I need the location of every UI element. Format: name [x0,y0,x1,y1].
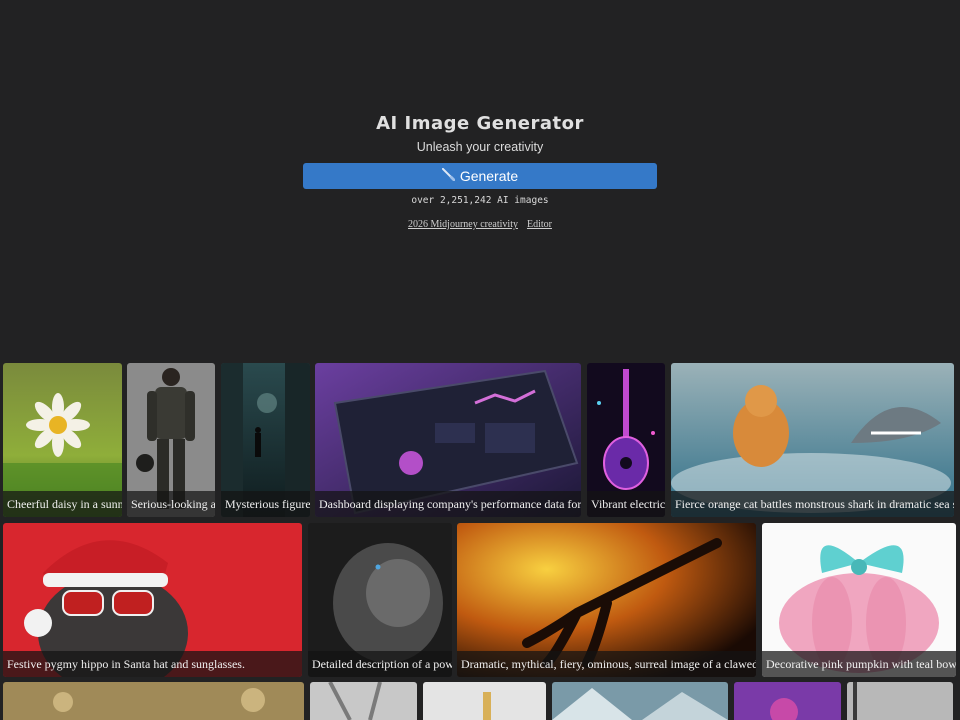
tile-caption: Serious-looking a [127,491,215,517]
gallery-tile[interactable]: Cheerful daisy in a sunny meadow [3,363,122,517]
gallery-image [3,682,304,720]
gallery-tile[interactable]: Serious-looking a [127,363,215,517]
tile-caption: Decorative pink pumpkin with teal bow [762,651,956,677]
tile-caption: Festive pygmy hippo in Santa hat and sun… [3,651,302,677]
gallery-tile[interactable]: Decorative pink pumpkin with teal bow [762,523,956,677]
page-subtitle: Unleash your creativity [416,140,544,154]
gallery-tile[interactable]: Dramatic, mythical, fiery, ominous, surr… [457,523,756,677]
link-editor[interactable]: Editor [527,219,552,230]
gallery-tile[interactable] [423,682,546,720]
gallery-tile[interactable] [734,682,841,720]
generate-button-label: Generate [459,168,519,184]
tile-caption: Vibrant electric [587,491,665,517]
gallery-tile[interactable]: Fierce orange cat battles monstrous shar… [671,363,954,517]
tile-caption: Fierce orange cat battles monstrous shar… [671,491,954,517]
tile-caption: Cheerful daisy in a sunny meadow [3,491,122,517]
gallery-tile[interactable] [552,682,728,720]
gallery-tile[interactable]: Dashboard displaying company's performan… [315,363,581,517]
gallery-tile[interactable] [310,682,417,720]
tile-caption: Detailed description of a pow [308,651,452,677]
gallery-image [552,682,728,720]
tile-caption: Mysterious figure [221,491,310,517]
gallery-tile[interactable]: Vibrant electric [587,363,665,517]
image-count: over 2,251,242 AI images [411,195,549,206]
page-title: AI Image Generator [376,113,584,134]
gallery-tile[interactable]: Detailed description of a pow [308,523,452,677]
gallery-image [310,682,417,720]
gallery-tile[interactable]: Festive pygmy hippo in Santa hat and sun… [3,523,302,677]
brush-icon [441,167,456,184]
gallery-tile[interactable] [3,682,304,720]
tile-caption: Dashboard displaying company's performan… [315,491,581,517]
link-midjourney[interactable]: 2026 Midjourney creativity [408,219,518,230]
generate-button[interactable]: Generate [303,163,657,189]
gallery-tile[interactable] [847,682,953,720]
tile-caption: Dramatic, mythical, fiery, ominous, surr… [457,651,756,677]
hero-section: AI Image Generator Unleash your creativi… [0,0,960,360]
gallery-image [423,682,546,720]
gallery-image [734,682,841,720]
gallery-image [847,682,953,720]
gallery-tile[interactable]: Mysterious figure [221,363,310,517]
hero-links: 2026 Midjourney creativity Editor [0,219,960,230]
